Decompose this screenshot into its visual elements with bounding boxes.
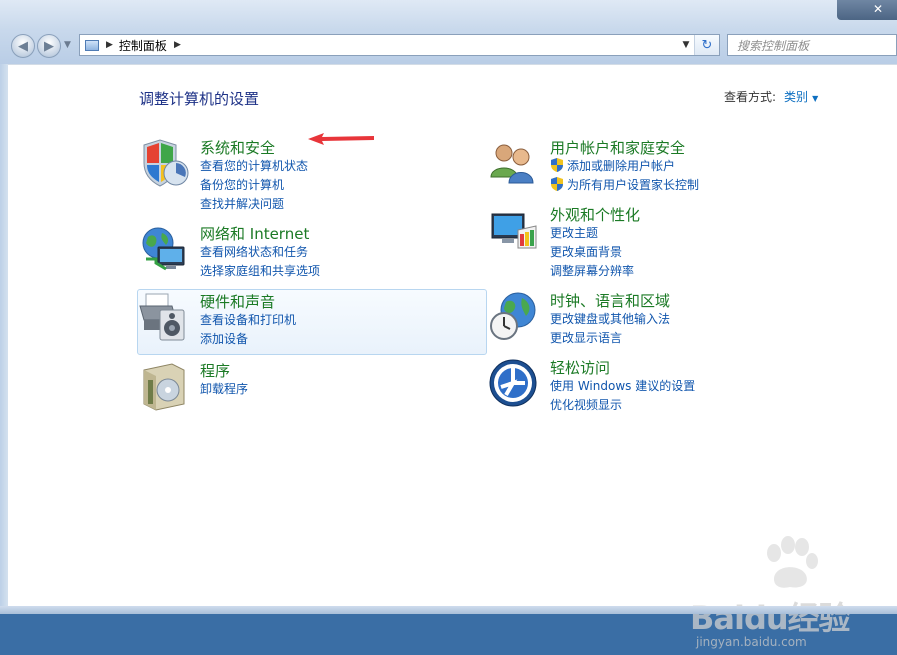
search-placeholder: 搜索控制面板 xyxy=(737,38,810,53)
window-left-border xyxy=(0,64,8,608)
window-chrome: ✕ ◀ ▶ ▼ ▶ 控制面板 ▶ ▼ ↻ 搜索控制面板 xyxy=(0,0,897,64)
link-optimize-visual-display[interactable]: 优化视频显示 xyxy=(550,396,695,415)
ease-of-access-icon xyxy=(489,359,537,407)
category-title[interactable]: 时钟、语言和区域 xyxy=(550,290,670,311)
baidu-watermark: Baidu经验 jingyan.baidu.com xyxy=(690,535,890,655)
category-title[interactable]: 轻松访问 xyxy=(550,357,610,378)
refresh-button[interactable]: ↻ xyxy=(694,35,719,55)
category-title[interactable]: 外观和个性化 xyxy=(550,204,640,225)
category-links: 添加或删除用户帐户 为所有用户设置家长控制 xyxy=(550,157,699,195)
address-bar[interactable]: ▶ 控制面板 ▶ ▼ ↻ xyxy=(79,34,720,56)
category-links: 查看您的计算机状态 备份您的计算机 查找并解决问题 xyxy=(200,157,308,214)
control-panel-icon xyxy=(85,39,99,51)
window-bottom-border xyxy=(0,606,897,614)
category-links: 使用 Windows 建议的设置 优化视频显示 xyxy=(550,377,695,415)
forward-button[interactable]: ▶ xyxy=(37,34,61,58)
link-view-computer-status[interactable]: 查看您的计算机状态 xyxy=(200,157,308,176)
category-title[interactable]: 硬件和声音 xyxy=(200,291,275,312)
link-label: 添加或删除用户帐户 xyxy=(567,159,676,173)
link-devices-printers[interactable]: 查看设备和打印机 xyxy=(200,311,296,330)
view-by-label: 查看方式: xyxy=(724,90,777,104)
globe-clock-icon xyxy=(490,292,536,340)
link-change-background[interactable]: 更改桌面背景 xyxy=(550,243,634,262)
category-links: 卸载程序 xyxy=(200,380,248,399)
link-uninstall-program[interactable]: 卸载程序 xyxy=(200,380,248,399)
shield-security-icon xyxy=(143,139,189,187)
annotation-arrow-icon xyxy=(308,133,374,145)
arrow-right-icon: ▶ xyxy=(44,38,54,54)
link-backup-computer[interactable]: 备份您的计算机 xyxy=(200,176,308,195)
category-title[interactable]: 程序 xyxy=(200,360,230,381)
category-title[interactable]: 系统和安全 xyxy=(200,137,275,158)
link-change-theme[interactable]: 更改主题 xyxy=(550,224,634,243)
link-change-display-language[interactable]: 更改显示语言 xyxy=(550,329,670,348)
breadcrumb-separator-icon[interactable]: ▶ xyxy=(106,40,113,50)
category-clock-language: 时钟、语言和区域 更改键盘或其他输入法 更改显示语言 xyxy=(487,289,837,353)
watermark-logo: Baidu经验 xyxy=(690,599,851,637)
category-ease-of-access: 轻松访问 使用 Windows 建议的设置 优化视频显示 xyxy=(487,356,837,420)
category-programs: 程序 卸载程序 xyxy=(137,359,487,423)
category-appearance: 外观和个性化 更改主题 更改桌面背景 调整屏幕分辨率 xyxy=(487,203,837,278)
breadcrumb-separator-icon[interactable]: ▶ xyxy=(174,40,181,50)
category-title[interactable]: 网络和 Internet xyxy=(200,223,309,244)
link-label: 为所有用户设置家长控制 xyxy=(567,178,700,192)
category-links: 查看网络状态和任务 选择家庭组和共享选项 xyxy=(200,243,320,281)
search-input[interactable]: 搜索控制面板 xyxy=(727,34,897,56)
address-dropdown-icon[interactable]: ▼ xyxy=(678,35,694,55)
paw-logo-icon xyxy=(767,536,818,588)
watermark-url: jingyan.baidu.com xyxy=(696,635,807,649)
category-title[interactable]: 用户帐户和家庭安全 xyxy=(550,137,685,158)
link-parental-controls[interactable]: 为所有用户设置家长控制 xyxy=(550,176,699,195)
chevron-down-icon[interactable]: ▼ xyxy=(812,94,818,103)
category-hardware-sound[interactable]: 硬件和声音 查看设备和打印机 添加设备 xyxy=(137,289,487,355)
control-panel-content: 调整计算机的设置 查看方式: 类别 ▼ 系统和安全 查看您的计算机状态 备份您的计算… xyxy=(8,64,897,649)
view-by: 查看方式: 类别 ▼ xyxy=(724,88,818,105)
link-change-keyboard[interactable]: 更改键盘或其他输入法 xyxy=(550,310,670,329)
window-controls: ✕ xyxy=(837,0,897,20)
arrow-left-icon: ◀ xyxy=(18,38,28,54)
link-windows-recommended-settings[interactable]: 使用 Windows 建议的设置 xyxy=(550,377,695,396)
category-links: 更改键盘或其他输入法 更改显示语言 xyxy=(550,310,670,348)
breadcrumb-control-panel[interactable]: 控制面板 xyxy=(119,37,167,54)
back-button[interactable]: ◀ xyxy=(11,34,35,58)
network-globe-icon xyxy=(142,227,185,271)
monitor-palette-icon xyxy=(491,213,537,249)
category-network-internet: 网络和 Internet 查看网络状态和任务 选择家庭组和共享选项 xyxy=(137,222,487,286)
page-title: 调整计算机的设置 xyxy=(139,90,260,108)
refresh-icon: ↻ xyxy=(701,37,713,53)
programs-box-icon xyxy=(143,363,185,411)
link-add-remove-accounts[interactable]: 添加或删除用户帐户 xyxy=(550,157,699,176)
link-find-fix-problems[interactable]: 查找并解决问题 xyxy=(200,195,308,214)
link-view-network-status[interactable]: 查看网络状态和任务 xyxy=(200,243,320,262)
link-homegroup-sharing[interactable]: 选择家庭组和共享选项 xyxy=(200,262,320,281)
category-links: 更改主题 更改桌面背景 调整屏幕分辨率 xyxy=(550,224,634,281)
category-links: 查看设备和打印机 添加设备 xyxy=(200,311,296,349)
recent-pages-dropdown-icon[interactable]: ▼ xyxy=(64,40,71,50)
category-user-accounts: 用户帐户和家庭安全 添加或删除用户帐户 为所有用户设置家长控制 xyxy=(487,136,837,200)
printer-speaker-icon xyxy=(139,293,185,341)
uac-shield-icon xyxy=(551,158,563,172)
view-by-dropdown[interactable]: 类别 xyxy=(784,90,808,104)
uac-shield-icon xyxy=(551,177,563,191)
link-add-device[interactable]: 添加设备 xyxy=(200,330,296,349)
link-screen-resolution[interactable]: 调整屏幕分辨率 xyxy=(550,262,634,281)
users-icon xyxy=(490,144,534,184)
close-icon[interactable]: ✕ xyxy=(873,2,883,16)
